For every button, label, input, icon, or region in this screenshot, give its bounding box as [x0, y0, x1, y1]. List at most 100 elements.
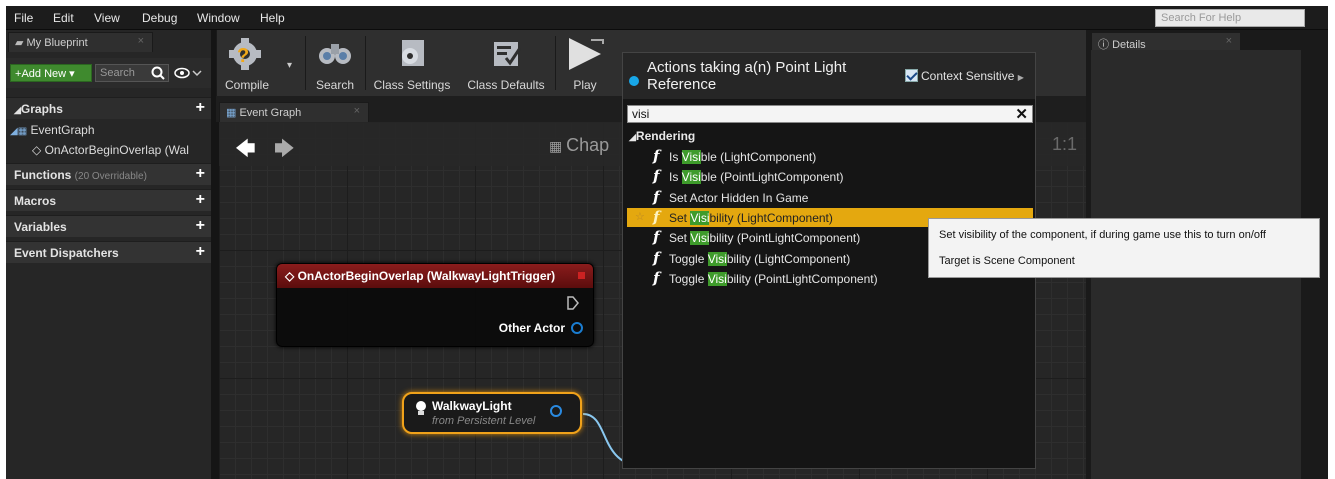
search-button[interactable]: Search: [311, 34, 359, 94]
eye-icon[interactable]: [173, 66, 203, 80]
walkway-light-node[interactable]: WalkwayLight from Persistent Level: [402, 392, 582, 434]
close-icon[interactable]: ×: [1226, 35, 1232, 47]
blueprint-toolbar: +Add New ▾ Search: [6, 58, 211, 88]
class-defaults-button[interactable]: Class Defaults: [463, 34, 549, 94]
search-icon[interactable]: [150, 65, 166, 81]
chevron-down-icon: ▾: [66, 68, 75, 80]
event-node-title: OnActorBeginOverlap (WalkwayLightTrigger…: [297, 269, 556, 283]
tab-label: Event Graph: [239, 107, 302, 119]
context-sensitive-label: Context Sensitive: [921, 69, 1015, 83]
category-label: Rendering: [635, 129, 696, 143]
add-variable-plus-icon[interactable]: +: [196, 218, 205, 234]
toolbar-divider: [555, 36, 556, 90]
tab-my-blueprint[interactable]: ▰ My Blueprint ×: [8, 32, 153, 52]
add-new-button[interactable]: +Add New ▾: [10, 64, 92, 82]
event-diamond-icon: ◇: [32, 143, 42, 157]
function-icon: f: [653, 248, 660, 267]
macros-section[interactable]: Macros +: [6, 189, 211, 211]
event-graph-label: EventGraph: [30, 123, 95, 137]
action-item-label: Toggle Visibility (PointLightComponent): [669, 271, 878, 286]
event-dispatchers-section[interactable]: Event Dispatchers +: [6, 241, 211, 263]
delegate-pin-icon[interactable]: [578, 272, 585, 279]
collapse-icon: ◢: [14, 105, 21, 115]
add-graph-plus-icon[interactable]: +: [196, 100, 205, 116]
function-icon: f: [653, 268, 660, 287]
event-node-header[interactable]: ◇ OnActorBeginOverlap (WalkwayLightTrigg…: [277, 264, 593, 288]
action-search-value: visi: [632, 107, 650, 121]
walkway-light-output-pin[interactable]: [550, 405, 562, 417]
action-item-label: Is Visible (LightComponent): [669, 150, 817, 164]
action-search-input[interactable]: visi ✕: [627, 105, 1033, 123]
exec-pin-icon[interactable]: [567, 296, 579, 310]
close-icon[interactable]: ×: [354, 105, 360, 117]
play-icon: [569, 38, 604, 70]
menu-file[interactable]: File: [14, 11, 33, 25]
menu-help[interactable]: Help: [260, 11, 285, 25]
event-item-onactorbeginoverlap[interactable]: ◇ OnActorBeginOverlap (Wal: [32, 143, 189, 157]
graph-icon: ▦: [549, 138, 567, 154]
graph-title-text: Chap: [566, 135, 610, 155]
close-icon[interactable]: ×: [138, 35, 144, 47]
menu-window[interactable]: Window: [197, 11, 240, 25]
add-new-label: Add New: [21, 68, 67, 80]
action-item[interactable]: f Set Actor Hidden In Game: [627, 188, 1033, 207]
function-icon: f: [653, 147, 660, 165]
event-graph-item[interactable]: ◢▦ EventGraph: [10, 123, 95, 137]
menu-debug[interactable]: Debug: [142, 11, 177, 25]
clear-search-icon[interactable]: ✕: [1015, 105, 1028, 123]
action-tooltip: Set visibility of the component, if duri…: [928, 218, 1320, 278]
svg-text:?: ?: [237, 45, 249, 67]
class-settings-button[interactable]: Class Settings: [369, 34, 455, 94]
section-label: Macros: [14, 194, 57, 208]
class-settings-icon: [402, 40, 424, 66]
section-label: Functions: [14, 168, 72, 182]
favorite-star-icon[interactable]: ☆: [635, 210, 645, 223]
variables-section[interactable]: Variables +: [6, 215, 211, 237]
graphs-section[interactable]: ◢Graphs +: [6, 97, 211, 119]
event-node[interactable]: ◇ OnActorBeginOverlap (WalkwayLightTrigg…: [276, 263, 594, 347]
checkbox-checked-icon[interactable]: [905, 69, 918, 82]
section-label: Graphs: [20, 102, 63, 116]
graph-title: ▦ Chap: [549, 135, 609, 156]
action-item-label: Set Visibility (PointLightComponent): [669, 231, 861, 246]
play-button[interactable]: Play: [561, 34, 609, 94]
my-blueprint-panel: ▰ My Blueprint × +Add New ▾ Search ◢Grap…: [6, 30, 211, 479]
menu-edit[interactable]: Edit: [53, 11, 74, 25]
compile-button[interactable]: ? Compile: [221, 34, 273, 94]
category-rendering[interactable]: ◢Rendering: [629, 129, 695, 143]
context-sensitive-toggle[interactable]: Context Sensitive ▶: [905, 69, 1024, 83]
section-label: Variables: [14, 220, 67, 234]
event-item-label: OnActorBeginOverlap (Wal: [44, 143, 189, 157]
search-label: Search: [315, 78, 355, 92]
class-settings-label: Class Settings: [373, 78, 451, 92]
toolbar-divider: [365, 36, 366, 90]
help-search-input[interactable]: Search For Help: [1155, 9, 1305, 27]
blueprint-tab-icon: ▰: [15, 37, 27, 49]
other-actor-pin-label: Other Actor: [498, 321, 565, 335]
walkway-light-title: WalkwayLight: [432, 399, 512, 413]
action-menu-title: Actions taking a(n) Point Light Referenc…: [647, 59, 847, 93]
class-defaults-icon: [494, 42, 522, 66]
menu-view[interactable]: View: [94, 11, 120, 25]
other-actor-pin[interactable]: [571, 322, 583, 334]
functions-section[interactable]: Functions (20 Overridable) +: [6, 163, 211, 185]
function-icon: f: [653, 167, 660, 186]
class-defaults-label: Class Defaults: [467, 78, 545, 92]
zoom-level: 1:1: [1051, 134, 1077, 154]
play-label: Play: [573, 78, 597, 92]
add-dispatcher-plus-icon[interactable]: +: [196, 244, 205, 260]
chevron-right-icon: ▶: [1017, 73, 1024, 82]
back-arrow-icon[interactable]: 🡄: [235, 134, 256, 168]
section-label: Event Dispatchers: [14, 246, 119, 260]
forward-arrow-icon[interactable]: 🡆: [274, 134, 295, 168]
add-function-plus-icon[interactable]: +: [196, 166, 205, 182]
action-item[interactable]: f Is Visible (LightComponent): [627, 147, 1033, 166]
tab-event-graph[interactable]: ▦ Event Graph ×: [219, 102, 369, 122]
add-macro-plus-icon[interactable]: +: [196, 192, 205, 208]
action-item[interactable]: f Is Visible (PointLightComponent): [627, 167, 1033, 186]
compile-dropdown-icon[interactable]: ▾: [287, 60, 292, 71]
editor-window: File Edit View Debug Window Help Search …: [6, 6, 1328, 479]
compile-icon: ?: [229, 38, 261, 70]
tab-details[interactable]: ⓘ Details ×: [1091, 32, 1241, 52]
walkway-light-subtitle: from Persistent Level: [432, 415, 536, 427]
